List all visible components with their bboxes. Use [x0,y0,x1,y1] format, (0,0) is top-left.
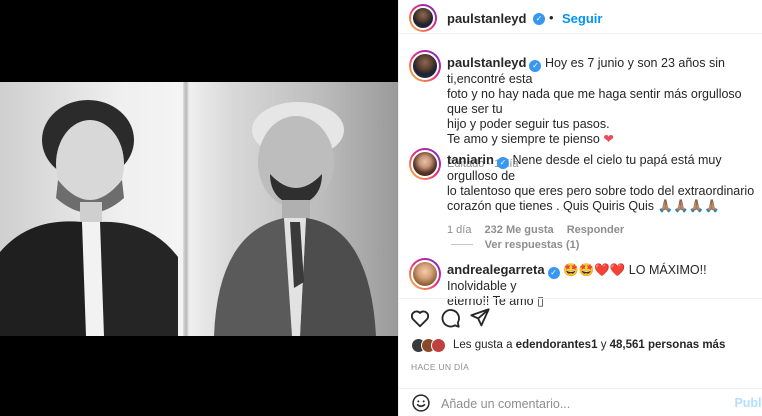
share-icon[interactable] [469,307,491,329]
heart-icon[interactable] [409,307,431,329]
caption-username[interactable]: paulstanleyd [447,55,526,70]
post-header: paulstanleyd ✓ • Seguir [399,0,762,34]
verified-icon: ✓ [547,267,560,279]
add-comment-bar: Publi [399,388,762,416]
comment-time: 1 día [447,224,472,236]
view-replies[interactable]: Ver respuestas (1) [451,236,579,251]
likes-summary: Les gusta a edendorantes1 y 48,561 perso… [411,338,761,358]
comment-emojis: 🤩🤩❤️❤️ [563,263,626,277]
comment-username[interactable]: taniarin [447,152,494,167]
post-media [0,0,398,416]
post-time[interactable]: HACE UN DÍA [411,362,469,372]
comment-text: taniarin ✓ Nene desde el cielo tu papá es… [447,152,759,238]
post-side-panel: paulstanleyd ✓ • Seguir paulstanleyd ✓ Ho… [398,0,762,416]
photo-illustration [0,100,376,336]
smiley-icon[interactable] [411,393,431,413]
comment-line-2: lo talentoso que eres pero sobre todo de… [447,184,755,198]
caption-line-2: foto y no hay nada que me haga sentir má… [447,87,742,116]
comment-line-3: corazón que tienes . Quis Quiris Quis 🙏🏽… [447,199,720,213]
likes-count[interactable]: 48,561 personas más [610,339,726,351]
comment-likes[interactable]: 232 Me gusta [485,224,554,236]
verified-icon: ✓ [533,13,545,25]
caption: paulstanleyd ✓ Hoy es 7 junio y son 23 añ… [399,48,762,170]
commenter-avatar[interactable] [409,258,441,290]
post-photo[interactable] [0,82,398,336]
likes-user[interactable]: edendorantes1 [516,339,598,351]
comment-username[interactable]: andrealegarreta [447,262,545,277]
caption-author-avatar[interactable] [409,50,441,82]
caption-line-3: hijo y poder seguir tus pasos. [447,117,610,131]
publish-button[interactable]: Publi [734,396,762,410]
liker-avatar[interactable] [431,338,446,353]
caption-line-4: Te amo y siempre te pienso [447,132,600,146]
separator-dot: • [549,10,554,25]
follow-button[interactable]: Seguir [562,11,602,26]
comment-icon[interactable] [439,307,461,329]
action-bar [399,298,762,336]
likes-prefix: Les gusta a [453,339,513,351]
verified-icon: ✓ [529,60,542,72]
comment-input[interactable] [441,395,711,413]
verified-icon: ✓ [496,157,509,169]
comment-item: andrealegarreta ✓ 🤩🤩❤️❤️ LO MÁXIMO!! Inol… [399,256,762,308]
author-username[interactable]: paulstanleyd [447,11,526,26]
likes-middle: y [600,339,607,351]
commenter-avatar[interactable] [409,148,441,180]
reply-button[interactable]: Responder [567,224,624,236]
comment-item: taniarin ✓ Nene desde el cielo tu papá es… [399,146,762,251]
author-avatar[interactable] [409,4,437,32]
heart-emoji-icon: ❤ [603,132,614,146]
